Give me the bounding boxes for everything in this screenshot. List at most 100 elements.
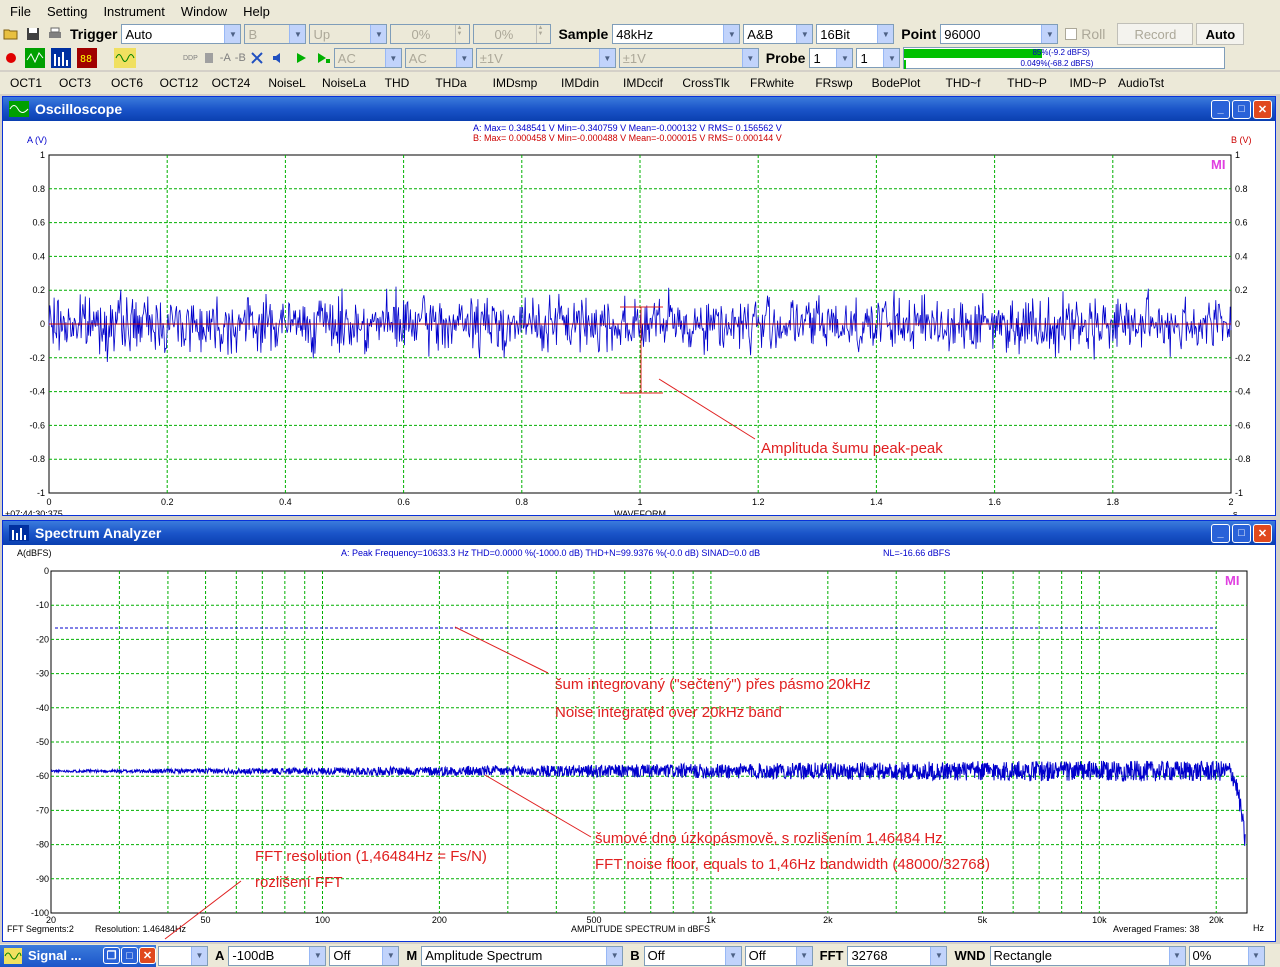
menu-window[interactable]: Window: [173, 4, 235, 19]
tab-thd-p[interactable]: THD~P: [996, 76, 1058, 90]
range-a-select[interactable]: ±1V ▼: [475, 48, 616, 68]
display-mode-select[interactable]: Amplitude Spectrum ▼: [421, 945, 624, 966]
menu-setting[interactable]: Setting: [39, 4, 95, 19]
speaker-icon[interactable]: [271, 50, 287, 66]
coupling-a-select[interactable]: AC ▼: [333, 48, 402, 68]
minimize-button[interactable]: _: [1211, 523, 1230, 543]
a-mode-select[interactable]: Off ▼: [329, 945, 400, 966]
point-label: Point: [901, 26, 937, 42]
tab-imdsmp[interactable]: IMDsmp: [482, 76, 548, 90]
b-mode-select[interactable]: Off ▼: [643, 945, 742, 966]
bits-select[interactable]: 16Bit ▼: [816, 24, 895, 44]
range-b-select[interactable]: ±1V ▼: [618, 48, 759, 68]
y-tick-label: -70: [36, 805, 49, 815]
restore-button[interactable]: ❐: [103, 947, 120, 964]
auto-button[interactable]: Auto: [1196, 23, 1245, 45]
tab-thd-f[interactable]: THD~f: [930, 76, 996, 90]
spectrum-plot[interactable]: A(dBFS) A: Peak Frequency=10633.3 Hz THD=…: [3, 545, 1275, 941]
b-mode2-select[interactable]: Off ▼: [744, 945, 813, 966]
close-button[interactable]: ✕: [1253, 99, 1272, 119]
scissors-icon[interactable]: [249, 50, 265, 66]
trigger-edge-select[interactable]: Up ▼: [309, 24, 388, 44]
oscilloscope-plot[interactable]: A: Max= 0.348541 V Min=-0.340759 V Mean=…: [3, 121, 1275, 515]
roll-checkbox[interactable]: [1065, 28, 1078, 40]
tab-frswp[interactable]: FRswp: [806, 76, 862, 90]
tools-icon[interactable]: [201, 50, 217, 66]
noise-level: NL=-16.66 dBFS: [883, 548, 950, 558]
play-icon[interactable]: [293, 50, 309, 66]
record-button[interactable]: Record: [1117, 23, 1194, 45]
channels-select[interactable]: A&B ▼: [743, 24, 814, 44]
tab-audiotst[interactable]: AudioTst: [1118, 76, 1164, 90]
menu-instrument[interactable]: Instrument: [95, 4, 172, 19]
probe-b-select[interactable]: 1 ▼: [856, 48, 901, 68]
spectrum-icon: [9, 525, 29, 541]
y-tick-label: -50: [36, 737, 49, 747]
tab-thd[interactable]: THD: [374, 76, 420, 90]
chevron-down-icon: ▼: [606, 946, 623, 965]
svg-text:88: 88: [80, 54, 92, 65]
chevron-down-icon: ▼: [795, 946, 812, 965]
spectrum-titlebar[interactable]: Spectrum Analyzer _ □ ✕: [3, 521, 1275, 545]
probe-a-select[interactable]: 1 ▼: [809, 48, 854, 68]
oscilloscope-titlebar[interactable]: Oscilloscope _ □ ✕: [3, 97, 1275, 121]
tab-oct6[interactable]: OCT6: [98, 76, 156, 90]
blank-select[interactable]: ▼: [158, 945, 208, 966]
play-step-icon[interactable]: [315, 50, 331, 66]
tab-crosstlk[interactable]: CrossTlk: [674, 76, 738, 90]
print-icon[interactable]: [47, 26, 63, 42]
tab-noisela[interactable]: NoiseLa: [314, 76, 374, 90]
trigger-channel-select[interactable]: B ▼: [244, 24, 307, 44]
channel-a-zero-icon[interactable]: -A: [220, 52, 231, 64]
tab-noisel[interactable]: NoiseL: [260, 76, 314, 90]
overlap-select[interactable]: 0% ▼: [1188, 945, 1265, 966]
x-tick-label: 10k: [1092, 915, 1107, 925]
maximize-button[interactable]: □: [121, 947, 138, 964]
meter-icon[interactable]: 88: [77, 48, 97, 68]
bottom-toolbar: Signal ... ❐ □ ✕ ▼ A -100dB ▼ Off ▼ M Ampl…: [0, 944, 1280, 967]
menu-help[interactable]: Help: [235, 4, 278, 19]
menu-file[interactable]: File: [2, 4, 39, 19]
tab-oct1[interactable]: OCT1: [0, 76, 52, 90]
x-tick-label: 1.2: [752, 497, 765, 507]
tab-oct12[interactable]: OCT12: [156, 76, 202, 90]
tab-imdccif[interactable]: IMDccif: [612, 76, 674, 90]
y-tick-label: -0.4: [29, 387, 45, 397]
trigger-delay-spinner[interactable]: 0% ▲ ▼: [473, 24, 552, 44]
y-tick-label: 0: [40, 319, 45, 329]
tab-bodeplot[interactable]: BodePlot: [862, 76, 930, 90]
trigger-mode-select[interactable]: Auto ▼: [121, 24, 242, 44]
signal-generator-task[interactable]: Signal ... ❐ □ ✕: [0, 944, 156, 967]
oscilloscope-icon[interactable]: [25, 48, 45, 68]
tab-thda[interactable]: THDa: [420, 76, 482, 90]
tab-frwhite[interactable]: FRwhite: [738, 76, 806, 90]
chevron-down-icon: ▼: [289, 25, 306, 43]
annotation-leader: [164, 880, 242, 940]
spectrum-icon[interactable]: [51, 48, 71, 68]
coupling-b-select[interactable]: AC ▼: [404, 48, 473, 68]
record-dot-icon[interactable]: [3, 50, 19, 66]
m-label: M: [406, 948, 418, 963]
window-function-select[interactable]: Rectangle ▼: [989, 945, 1186, 966]
points-select[interactable]: 96000 ▼: [940, 24, 1059, 44]
generator-icon[interactable]: [114, 48, 136, 68]
tab-imd-p[interactable]: IMD~P: [1058, 76, 1118, 90]
open-folder-icon[interactable]: [3, 26, 19, 42]
close-button[interactable]: ✕: [139, 947, 156, 964]
y-tick-label-right: -0.8: [1235, 454, 1251, 464]
minimize-button[interactable]: _: [1211, 99, 1230, 119]
close-button[interactable]: ✕: [1253, 523, 1272, 543]
tab-oct3[interactable]: OCT3: [52, 76, 98, 90]
maximize-button[interactable]: □: [1232, 523, 1251, 543]
x-tick-label: 1.4: [870, 497, 883, 507]
sample-rate-select[interactable]: 48kHz ▼: [612, 24, 741, 44]
tab-oct24[interactable]: OCT24: [202, 76, 260, 90]
chevron-down-icon: ▼: [1041, 25, 1058, 43]
floor-select[interactable]: -100dB ▼: [228, 945, 327, 966]
tab-imddin[interactable]: IMDdin: [548, 76, 612, 90]
maximize-button[interactable]: □: [1232, 99, 1251, 119]
trigger-level-spinner[interactable]: 0% ▲ ▼: [390, 24, 471, 44]
channel-b-zero-icon[interactable]: -B: [235, 52, 246, 64]
save-icon[interactable]: [25, 26, 41, 42]
fft-size-select[interactable]: 32768 ▼: [847, 945, 948, 966]
